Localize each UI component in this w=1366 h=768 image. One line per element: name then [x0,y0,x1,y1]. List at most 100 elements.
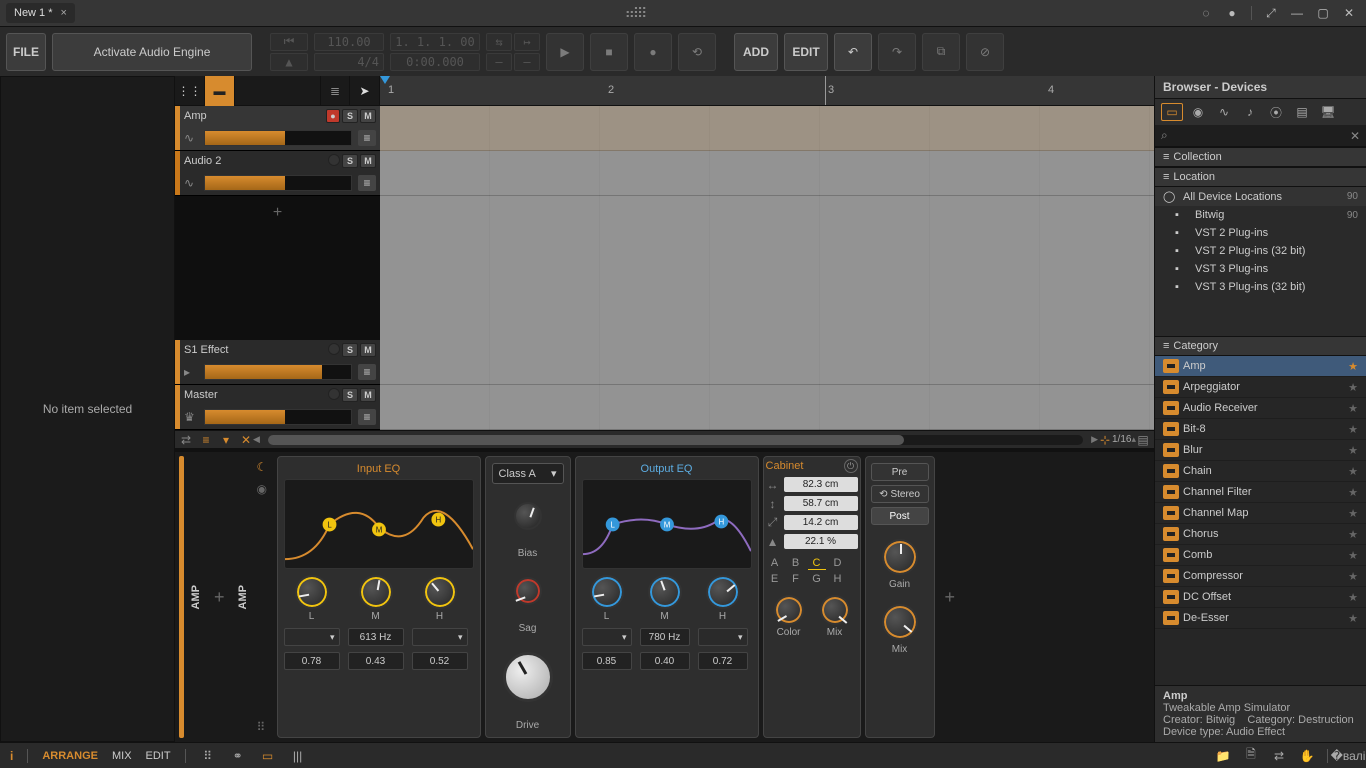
category-header[interactable]: ≡Category [1155,336,1366,356]
volume-slider[interactable] [204,364,352,380]
star-icon[interactable]: ★ [1348,444,1358,457]
eq-high-value[interactable]: 0.52 [412,652,468,670]
post-button[interactable]: Post [871,507,929,525]
record-button[interactable]: ● [634,33,672,71]
drive-knob[interactable] [503,652,553,702]
file-button[interactable]: FILE [6,33,46,71]
star-icon[interactable]: ★ [1348,465,1358,478]
viewmode-clips[interactable]: ⋮⋮ [175,76,205,106]
location-header[interactable]: ≡Location [1155,167,1366,187]
add-button[interactable]: ADD [734,33,778,71]
eq-mid-knob[interactable] [359,575,393,609]
star-icon[interactable]: ★ [1348,360,1358,373]
timesig-value[interactable]: 4/4 [314,53,384,71]
timeline-ruler[interactable]: 1 2 3 4 [380,76,1154,106]
track-row[interactable]: Audio 2 S M ∿ ≡ [175,151,380,196]
mix-knob[interactable] [882,604,918,640]
location-all[interactable]: ◯All Device Locations 90 [1155,187,1366,206]
viewmode-lanes[interactable]: ≣ [320,76,350,106]
browser-tab-music[interactable]: ⦿ [1265,103,1287,121]
collection-header[interactable]: ≡Collection [1155,147,1366,167]
category-item[interactable]: Arpeggiator★ [1155,377,1366,398]
view-edit[interactable]: EDIT [146,750,171,762]
amp-class-select[interactable]: Class A▾ [492,463,564,484]
master-track-row[interactable]: Master S M ♛ ≡ [175,385,380,430]
sag-knob[interactable] [514,577,542,605]
oeq-high-value[interactable]: 0.72 [698,652,748,670]
add-track-button[interactable]: + [273,204,282,222]
moon-icon[interactable]: ☾ [257,460,271,474]
category-item[interactable]: Amp★ [1155,356,1366,377]
oeq-low-value[interactable]: 0.85 [582,652,632,670]
stereo-button[interactable]: ⟲Stereo [871,485,929,503]
close-tab-icon[interactable]: × [61,7,67,19]
scroll-left-icon[interactable]: ◀ [253,434,260,445]
track-menu-button[interactable]: ≡ [358,409,376,425]
category-item[interactable]: Comb★ [1155,545,1366,566]
cab-height[interactable]: 58.7 cm [784,496,858,511]
browser-tab-packages[interactable]: ▤ [1291,103,1313,121]
record-arm-button[interactable] [328,388,340,400]
browser-tab-presets[interactable]: ◉ [1187,103,1209,121]
oeq-mid-knob[interactable] [648,575,682,609]
record-arm-button[interactable] [328,343,340,355]
eq-freq-center[interactable]: 613 Hz [348,628,404,646]
cabinet-variant-d[interactable]: D [829,557,847,570]
volume-slider[interactable] [204,175,352,191]
add-device-before-button[interactable]: + [208,587,231,608]
category-item[interactable]: Chain★ [1155,461,1366,482]
star-icon[interactable]: ★ [1348,423,1358,436]
follow-playhead-icon[interactable]: ⇄ [179,433,193,447]
category-item[interactable]: Compressor★ [1155,566,1366,587]
location-item[interactable]: ▪VST 2 Plug-ins [1155,224,1366,242]
cabinet-variant-e[interactable]: E [766,573,784,585]
color-knob[interactable] [774,595,804,625]
gain-knob[interactable] [882,539,918,575]
loop-controls[interactable]: ⇆↦ —— [486,33,540,71]
browser-tab-files[interactable]: 🖥 [1317,103,1339,121]
cabinet-variant-h[interactable]: H [829,573,847,585]
add-device-after-button[interactable]: + [939,587,962,608]
eq-high-shape[interactable]: ▾ [412,628,468,646]
cabinet-variant-f[interactable]: F [787,573,805,585]
mute-button[interactable]: M [360,343,376,357]
output-eq-graph[interactable]: L M H [582,479,752,569]
browser-tab-multisamples[interactable]: ♪ [1239,103,1261,121]
star-icon[interactable]: ★ [1348,507,1358,520]
bus-track-row[interactable]: S1 Effect S M ▸ ≡ [175,340,380,385]
track-menu-button[interactable]: ≡ [358,364,376,380]
oeq-low-knob[interactable] [590,575,624,609]
cab-width[interactable]: 82.3 cm [784,477,858,492]
view-arrange[interactable]: ARRANGE [42,750,98,762]
play-button[interactable]: ▶ [546,33,584,71]
undo-button[interactable]: ↶ [834,33,872,71]
star-icon[interactable]: ★ [1348,486,1358,499]
horizontal-scrollbar[interactable] [268,435,1083,445]
category-item[interactable]: De-Esser★ [1155,608,1366,629]
oeq-high-knob[interactable] [706,575,740,609]
star-icon[interactable]: ★ [1348,549,1358,562]
position-bars[interactable]: 1. 1. 1. 00 [390,33,480,51]
eq-low-value[interactable]: 0.78 [284,652,340,670]
mute-button[interactable]: M [360,154,376,168]
browser-tab-devices[interactable]: ▭ [1161,103,1183,121]
location-item[interactable]: ▪VST 3 Plug-ins (32 bit) [1155,278,1366,296]
remote-icon[interactable]: ◉ [257,482,271,496]
cabinet-variant-g[interactable]: G [808,573,826,585]
star-icon[interactable]: ★ [1348,612,1358,625]
eq-low-shape[interactable]: ▾ [284,628,340,646]
category-item[interactable]: Channel Map★ [1155,503,1366,524]
cabinet-variant-a[interactable]: A [766,557,784,570]
panel-toggle-icon[interactable]: ▤ [1136,433,1150,447]
track-menu-button[interactable]: ≡ [358,130,376,146]
mute-button[interactable]: M [360,109,376,123]
cab-thickness[interactable]: 22.1 % [784,534,858,549]
volume-slider[interactable] [204,409,352,425]
tempo-display[interactable]: 110.00 4/4 [314,33,384,71]
location-item[interactable]: ▪Bitwig90 [1155,206,1366,224]
category-item[interactable]: Chorus★ [1155,524,1366,545]
zoom-tool-icon[interactable]: ⊹ [1098,433,1112,447]
record-indicator-icon[interactable]: ● [1225,6,1239,20]
paste-button[interactable]: ⧉ [922,33,960,71]
zoom-value[interactable]: 1/16 [1112,434,1131,445]
